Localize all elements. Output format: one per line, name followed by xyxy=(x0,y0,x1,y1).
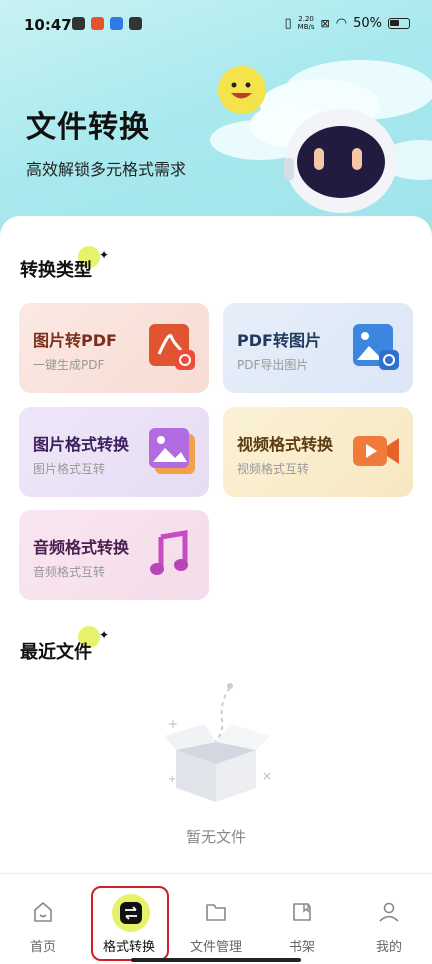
bookshelf-icon xyxy=(293,903,311,921)
tab-home[interactable]: 首页 xyxy=(0,874,86,964)
smiley-icon xyxy=(218,66,266,114)
section-title-conversion-types: 转换类型 xyxy=(20,260,92,281)
card-subtitle: 视频格式互转 xyxy=(237,462,310,476)
card-title: 图片格式转换 xyxy=(33,435,130,454)
music-note-icon xyxy=(147,530,195,578)
pdf-icon xyxy=(147,323,195,371)
card-video-format-convert[interactable]: 视频格式转换 视频格式互转 xyxy=(223,407,413,497)
card-title: PDF转图片 xyxy=(237,331,321,350)
video-camera-icon xyxy=(351,427,399,475)
empty-state-text: 暂无文件 xyxy=(185,828,246,846)
card-audio-format-convert[interactable]: 音频格式转换 音频格式互转 xyxy=(19,510,209,600)
sparkle-icon: ✦ xyxy=(99,248,110,262)
tab-label: 文件管理 xyxy=(189,940,242,955)
image-icon xyxy=(351,323,399,371)
battery-percent: 50% xyxy=(353,15,382,31)
robot-mascot xyxy=(284,109,397,213)
svg-text:×: × xyxy=(262,769,272,783)
home-indicator[interactable] xyxy=(131,958,301,962)
card-pdf-to-image[interactable]: PDF转图片 PDF导出图片 xyxy=(223,303,413,393)
tab-file-manager[interactable]: 文件管理 xyxy=(173,874,259,964)
home-icon xyxy=(34,902,52,922)
wifi-icon: ◠ xyxy=(335,15,348,31)
hero-subtitle: 高效解锁多元格式需求 xyxy=(26,160,187,179)
notification-icons xyxy=(72,17,142,30)
red-highlight-box xyxy=(91,886,169,961)
app-notification-icon xyxy=(110,17,123,30)
sim-icon: ⊠ xyxy=(320,16,330,30)
hero-title: 文件转换 xyxy=(26,110,150,145)
status-bar: 10:47 ▯ 2.20 MB/s ⊠ ◠ 50% xyxy=(0,0,432,50)
battery-icon xyxy=(388,17,410,29)
tab-format-convert[interactable]: 格式转换 xyxy=(86,874,172,964)
folder-icon xyxy=(206,904,226,921)
app-notification-icon xyxy=(91,17,104,30)
card-subtitle: 音频格式互转 xyxy=(33,565,106,579)
tab-label: 我的 xyxy=(375,940,402,955)
app-notification-icon xyxy=(72,17,85,30)
empty-box-illustration: + × + xyxy=(164,683,272,802)
tab-profile[interactable]: 我的 xyxy=(346,874,432,964)
svg-text:+: + xyxy=(168,717,178,731)
status-time: 10:47 xyxy=(24,16,72,34)
mail-icon xyxy=(129,17,142,30)
tab-label: 首页 xyxy=(29,940,56,955)
profile-icon xyxy=(379,902,399,922)
sparkle-icon: ✦ xyxy=(99,628,110,642)
card-subtitle: 一键生成PDF xyxy=(33,358,105,372)
network-speed: 2.20 MB/s xyxy=(297,15,315,31)
section-title-recent-files: 最近文件 xyxy=(20,642,92,663)
bottom-tab-bar: 首页 格式转换 文件管理 书架 我的 xyxy=(0,873,432,964)
card-subtitle: PDF导出图片 xyxy=(237,358,309,372)
tab-label: 书架 xyxy=(288,940,315,955)
status-right: ▯ 2.20 MB/s ⊠ ◠ 50% xyxy=(285,15,410,31)
tab-bookshelf[interactable]: 书架 xyxy=(259,874,345,964)
hero-banner: 10:47 ▯ 2.20 MB/s ⊠ ◠ 50% 文件转换 高效解锁多元格式需… xyxy=(0,0,432,250)
card-title: 图片转PDF xyxy=(33,331,117,350)
card-image-to-pdf[interactable]: 图片转PDF 一键生成PDF xyxy=(19,303,209,393)
svg-text:+: + xyxy=(168,774,176,785)
card-subtitle: 图片格式互转 xyxy=(33,462,106,476)
vibrate-icon: ▯ xyxy=(284,15,292,31)
card-title: 视频格式转换 xyxy=(237,435,334,454)
card-image-format-convert[interactable]: 图片格式转换 图片格式互转 xyxy=(19,407,209,497)
photo-icon xyxy=(147,427,195,475)
card-title: 音频格式转换 xyxy=(33,538,130,557)
